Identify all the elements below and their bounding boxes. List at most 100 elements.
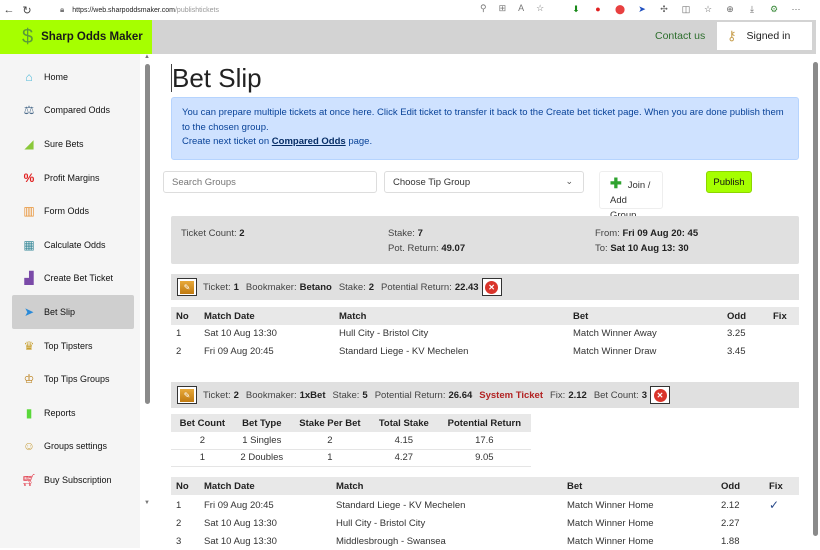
sidebar-scroll-thumb[interactable] — [145, 64, 150, 404]
dollar-logo-icon: $ — [22, 26, 33, 49]
sidebar: ⌂Home ⚖Compared Odds ◢Sure Bets %Profit … — [0, 54, 140, 548]
crown-groups-icon: ♔ — [20, 372, 38, 386]
table-row: 3Sat 10 Aug 13:30Middlesbrough - Swansea… — [171, 533, 799, 550]
apps-icon[interactable]: ⊞ — [499, 3, 507, 14]
sidebar-item-profit-margins[interactable]: %Profit Margins — [12, 161, 134, 195]
ticket-count: Ticket Count: 2 — [181, 227, 245, 242]
fix-check-icon: ✓ — [764, 495, 799, 515]
sidebar-item-compared-odds[interactable]: ⚖Compared Odds — [12, 94, 134, 128]
address-bar-actions: ⚲ ⊞ A ☆ — [480, 3, 544, 14]
tickets-summary: Ticket Count: 2 Stake: 7 Pot. Return: 49… — [171, 216, 799, 264]
ticket-1-bets-table: NoMatch DateMatchBetOddFix 1Sat 10 Aug 1… — [171, 307, 799, 360]
pencil-icon: ✎ — [180, 281, 194, 294]
sidebar-item-form-odds[interactable]: ▥Form Odds — [12, 194, 134, 228]
more-menu-icon[interactable]: ⋯ — [790, 3, 802, 15]
downloads-icon[interactable]: ⤓ — [746, 3, 758, 15]
main-content: Bet Slip You can prepare multiple ticket… — [163, 54, 803, 548]
table-row: 2Fri 09 Aug 20:45Standard Liege - KV Mec… — [171, 343, 799, 361]
sidebar-item-top-tipsters[interactable]: ♛Top Tipsters — [12, 329, 134, 363]
download-extension-icon[interactable]: ⬇ — [570, 3, 582, 15]
bar-chart-icon: ▥ — [20, 204, 38, 218]
info-alert: You can prepare multiple tickets at once… — [171, 97, 799, 160]
home-icon: ⌂ — [20, 70, 38, 84]
tip-group-select[interactable]: Choose Tip Group ⌄ — [384, 171, 584, 193]
table-row: 2Sat 10 Aug 13:30Hull City - Bristol Cit… — [171, 515, 799, 533]
close-icon: ✕ — [654, 389, 667, 402]
ticket-2-header: ✎ Ticket:2 Bookmaker:1xBet Stake:5 Poten… — [171, 382, 799, 408]
sidebar-item-groups-settings[interactable]: ☺Groups settings — [12, 430, 134, 464]
ticket-1-header: ✎ Ticket:1 Bookmaker:Betano Stake:2 Pote… — [171, 274, 799, 300]
favorite-star-icon[interactable]: ☆ — [536, 3, 544, 14]
compared-odds-link[interactable]: Compared Odds — [272, 136, 346, 147]
sidebar-item-sure-bets[interactable]: ◢Sure Bets — [12, 127, 134, 161]
url-host: https://web.sharpoddsmaker.com — [72, 7, 175, 14]
back-icon[interactable]: ← — [0, 4, 18, 16]
sidebar-item-top-tips-groups[interactable]: ♔Top Tips Groups — [12, 362, 134, 396]
search-groups-input[interactable] — [163, 171, 377, 193]
adblock-extension-icon[interactable]: ⬤ — [614, 3, 626, 15]
table-row: 1Sat 10 Aug 13:30Hull City - Bristol Cit… — [171, 325, 799, 343]
chevron-down-icon: ⌄ — [565, 176, 573, 187]
favorites-icon[interactable]: ☆ — [702, 3, 714, 15]
scale-icon: ⚖ — [20, 103, 38, 117]
app-header: $ Sharp Odds Maker Contact us ⚷ Signed i… — [0, 20, 816, 54]
read-aloud-icon[interactable]: A — [518, 3, 524, 14]
reload-icon[interactable]: ↻ — [18, 4, 36, 17]
table-row: 21 Singles24.1517.6 — [171, 432, 531, 449]
extensions-bar: ⬇ ● ⬤ ➤ ✣ ◫ ☆ ⊕ ⤓ ⚙ ⋯ — [570, 3, 802, 15]
arrow-extension-icon[interactable]: ➤ — [636, 3, 648, 15]
sidebar-item-calculate-odds[interactable]: ▦Calculate Odds — [12, 228, 134, 262]
edit-ticket-button[interactable]: ✎ — [177, 278, 197, 296]
chart-up-icon: ◢ — [20, 137, 38, 151]
edit-ticket-button[interactable]: ✎ — [177, 386, 197, 404]
contact-us-link[interactable]: Contact us — [655, 30, 705, 42]
delete-ticket-button[interactable]: ✕ — [482, 278, 502, 296]
sidebar-item-buy-subscription[interactable]: 🛒︎Buy Subscription — [12, 463, 134, 497]
brand-name: Sharp Odds Maker — [41, 31, 143, 43]
close-icon: ✕ — [485, 281, 498, 294]
scroll-up-arrow-icon[interactable]: ▲ — [144, 54, 150, 60]
scroll-down-arrow-icon[interactable]: ▼ — [144, 500, 150, 506]
stake-summary: Stake: 7 Pot. Return: 49.07 — [388, 227, 465, 256]
calculator-icon: ▦ — [20, 238, 38, 252]
system-ticket-badge: System Ticket — [479, 390, 543, 401]
page-scroll-thumb[interactable] — [813, 62, 818, 536]
users-settings-icon: ☺ — [20, 439, 38, 453]
sidebar-item-bet-slip[interactable]: ➤Bet Slip — [12, 295, 134, 329]
sidebar-item-create-bet-ticket[interactable]: ▟Create Bet Ticket — [12, 262, 134, 296]
puzzle-extensions-icon[interactable]: ✣ — [658, 3, 670, 15]
signed-in-button[interactable]: ⚷ Signed in — [717, 22, 812, 50]
reports-icon: ▮ — [20, 406, 38, 420]
join-add-group-button[interactable]: ✚Join / Add Group — [599, 171, 663, 209]
table-row: 12 Doubles14.279.05 — [171, 449, 531, 466]
ticket-icon: ▟ — [20, 271, 38, 285]
system-bets-table: Bet CountBet TypeStake Per BetTotal Stak… — [171, 414, 531, 467]
paper-plane-icon: ➤ — [20, 305, 38, 319]
pencil-icon: ✎ — [180, 389, 194, 402]
table-header-row: Bet CountBet TypeStake Per BetTotal Stak… — [171, 414, 531, 432]
page-scrollbar[interactable] — [810, 54, 820, 548]
sidebar-scrollbar[interactable]: ▲ ▼ — [144, 54, 152, 514]
publish-button[interactable]: Publish — [706, 171, 752, 193]
collections-icon[interactable]: ⊕ — [724, 3, 736, 15]
sidebar-item-home[interactable]: ⌂Home — [12, 60, 134, 94]
lock-icon: 🔒︎ — [60, 5, 64, 15]
key-icon[interactable]: ⚲ — [480, 3, 487, 14]
delete-ticket-button[interactable]: ✕ — [650, 386, 670, 404]
alert-text: You can prepare multiple tickets at once… — [182, 106, 788, 135]
page-title: Bet Slip — [171, 64, 262, 92]
opera-extension-icon[interactable]: ● — [592, 3, 604, 15]
ticket-2-bets-table: NoMatch DateMatchBetOddFix 1Fri 09 Aug 2… — [171, 477, 799, 550]
sidebar-item-reports[interactable]: ▮Reports — [12, 396, 134, 430]
keys-icon: ⚷ — [727, 28, 737, 44]
brand-logo[interactable]: $ Sharp Odds Maker — [0, 20, 152, 54]
split-screen-icon[interactable]: ◫ — [680, 3, 692, 15]
date-range-summary: From: Fri 09 Aug 20: 45 To: Sat 10 Aug 1… — [595, 227, 698, 256]
alert-next-ticket: Create next ticket on Compared Odds page… — [182, 135, 788, 150]
tip-group-selected: Choose Tip Group — [393, 177, 470, 188]
url-path: /publishtickets — [175, 7, 219, 14]
signed-in-label: Signed in — [747, 30, 791, 42]
plus-icon: ✚ — [610, 175, 622, 191]
crown-ball-icon: ♛ — [20, 339, 38, 353]
profile-extension-icon[interactable]: ⚙ — [768, 3, 780, 15]
